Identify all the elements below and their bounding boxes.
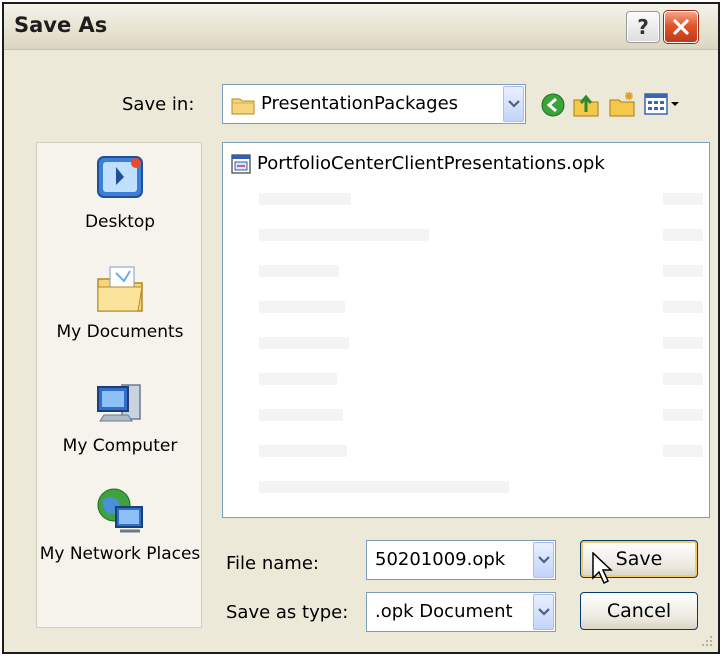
save-as-type-dropdown-button[interactable] bbox=[533, 594, 554, 630]
close-icon bbox=[673, 19, 689, 35]
file-name-dropdown-button[interactable] bbox=[533, 542, 554, 578]
faded-row bbox=[259, 337, 349, 349]
save-in-dropdown-button[interactable] bbox=[503, 86, 524, 122]
place-label-my-documents: My Documents bbox=[56, 322, 184, 342]
faded-row bbox=[663, 265, 703, 277]
save-as-type-value: .opk Document bbox=[375, 601, 513, 622]
resize-grip-icon[interactable] bbox=[700, 634, 714, 648]
faded-row bbox=[259, 301, 345, 313]
my-network-places-icon bbox=[97, 488, 143, 533]
mouse-cursor-icon bbox=[592, 552, 613, 585]
faded-row bbox=[259, 409, 343, 421]
places-bar: Desktop My Documents My Computer My Netw… bbox=[36, 142, 202, 628]
new-folder-icon[interactable] bbox=[608, 90, 636, 118]
faded-row bbox=[259, 265, 339, 277]
place-my-computer[interactable]: My Computer bbox=[37, 375, 203, 457]
place-label-my-computer: My Computer bbox=[62, 436, 178, 456]
save-in-label: Save in: bbox=[122, 94, 195, 115]
chevron-down-icon bbox=[537, 556, 550, 564]
place-desktop[interactable]: Desktop bbox=[37, 151, 203, 233]
file-name-label: File name: bbox=[226, 553, 319, 574]
up-folder-icon[interactable] bbox=[572, 90, 600, 118]
title-bar[interactable]: Save As ? bbox=[4, 4, 718, 50]
faded-row bbox=[663, 445, 703, 457]
faded-row bbox=[259, 193, 351, 205]
chevron-down-icon bbox=[507, 100, 520, 108]
file-name-value: 50201009.opk bbox=[375, 549, 506, 570]
place-label-my-network-places: My Network Places bbox=[39, 544, 201, 564]
faded-row bbox=[259, 229, 429, 241]
place-my-documents[interactable]: My Documents bbox=[37, 261, 203, 343]
save-in-value: PresentationPackages bbox=[261, 93, 459, 114]
file-name-combobox[interactable]: 50201009.opk bbox=[366, 540, 556, 580]
file-list[interactable]: PortfolioCenterClientPresentations.opk bbox=[222, 142, 710, 518]
opk-file-icon bbox=[231, 153, 251, 174]
save-in-dropdown[interactable]: PresentationPackages bbox=[222, 84, 526, 124]
back-icon[interactable] bbox=[540, 92, 566, 118]
help-icon: ? bbox=[637, 15, 649, 39]
faded-row bbox=[663, 301, 703, 313]
my-documents-icon bbox=[97, 266, 143, 312]
views-menu-icon[interactable] bbox=[644, 92, 682, 116]
close-button[interactable] bbox=[664, 11, 698, 43]
save-as-type-label: Save as type: bbox=[226, 602, 349, 623]
faded-row bbox=[663, 409, 703, 421]
faded-row bbox=[259, 373, 337, 385]
faded-row bbox=[663, 373, 703, 385]
place-label-desktop: Desktop bbox=[84, 212, 156, 232]
faded-row bbox=[259, 481, 509, 493]
desktop-icon bbox=[97, 156, 143, 198]
dialog-title: Save As bbox=[14, 13, 108, 37]
faded-row bbox=[663, 229, 703, 241]
cancel-button[interactable]: Cancel bbox=[580, 592, 698, 630]
save-as-type-dropdown[interactable]: .opk Document bbox=[366, 592, 556, 632]
file-name-text: PortfolioCenterClientPresentations.opk bbox=[257, 153, 605, 174]
chevron-down-icon bbox=[537, 608, 550, 616]
place-my-network-places[interactable]: My Network Places bbox=[37, 483, 203, 565]
faded-row bbox=[663, 193, 703, 205]
faded-row bbox=[663, 337, 703, 349]
file-list-item[interactable]: PortfolioCenterClientPresentations.opk bbox=[231, 153, 605, 174]
help-button[interactable]: ? bbox=[626, 11, 660, 43]
faded-row bbox=[259, 445, 347, 457]
folder-icon bbox=[231, 98, 255, 115]
save-as-dialog: Save As ? Save in: PresentationPackages bbox=[2, 2, 720, 654]
my-computer-icon bbox=[97, 384, 141, 422]
